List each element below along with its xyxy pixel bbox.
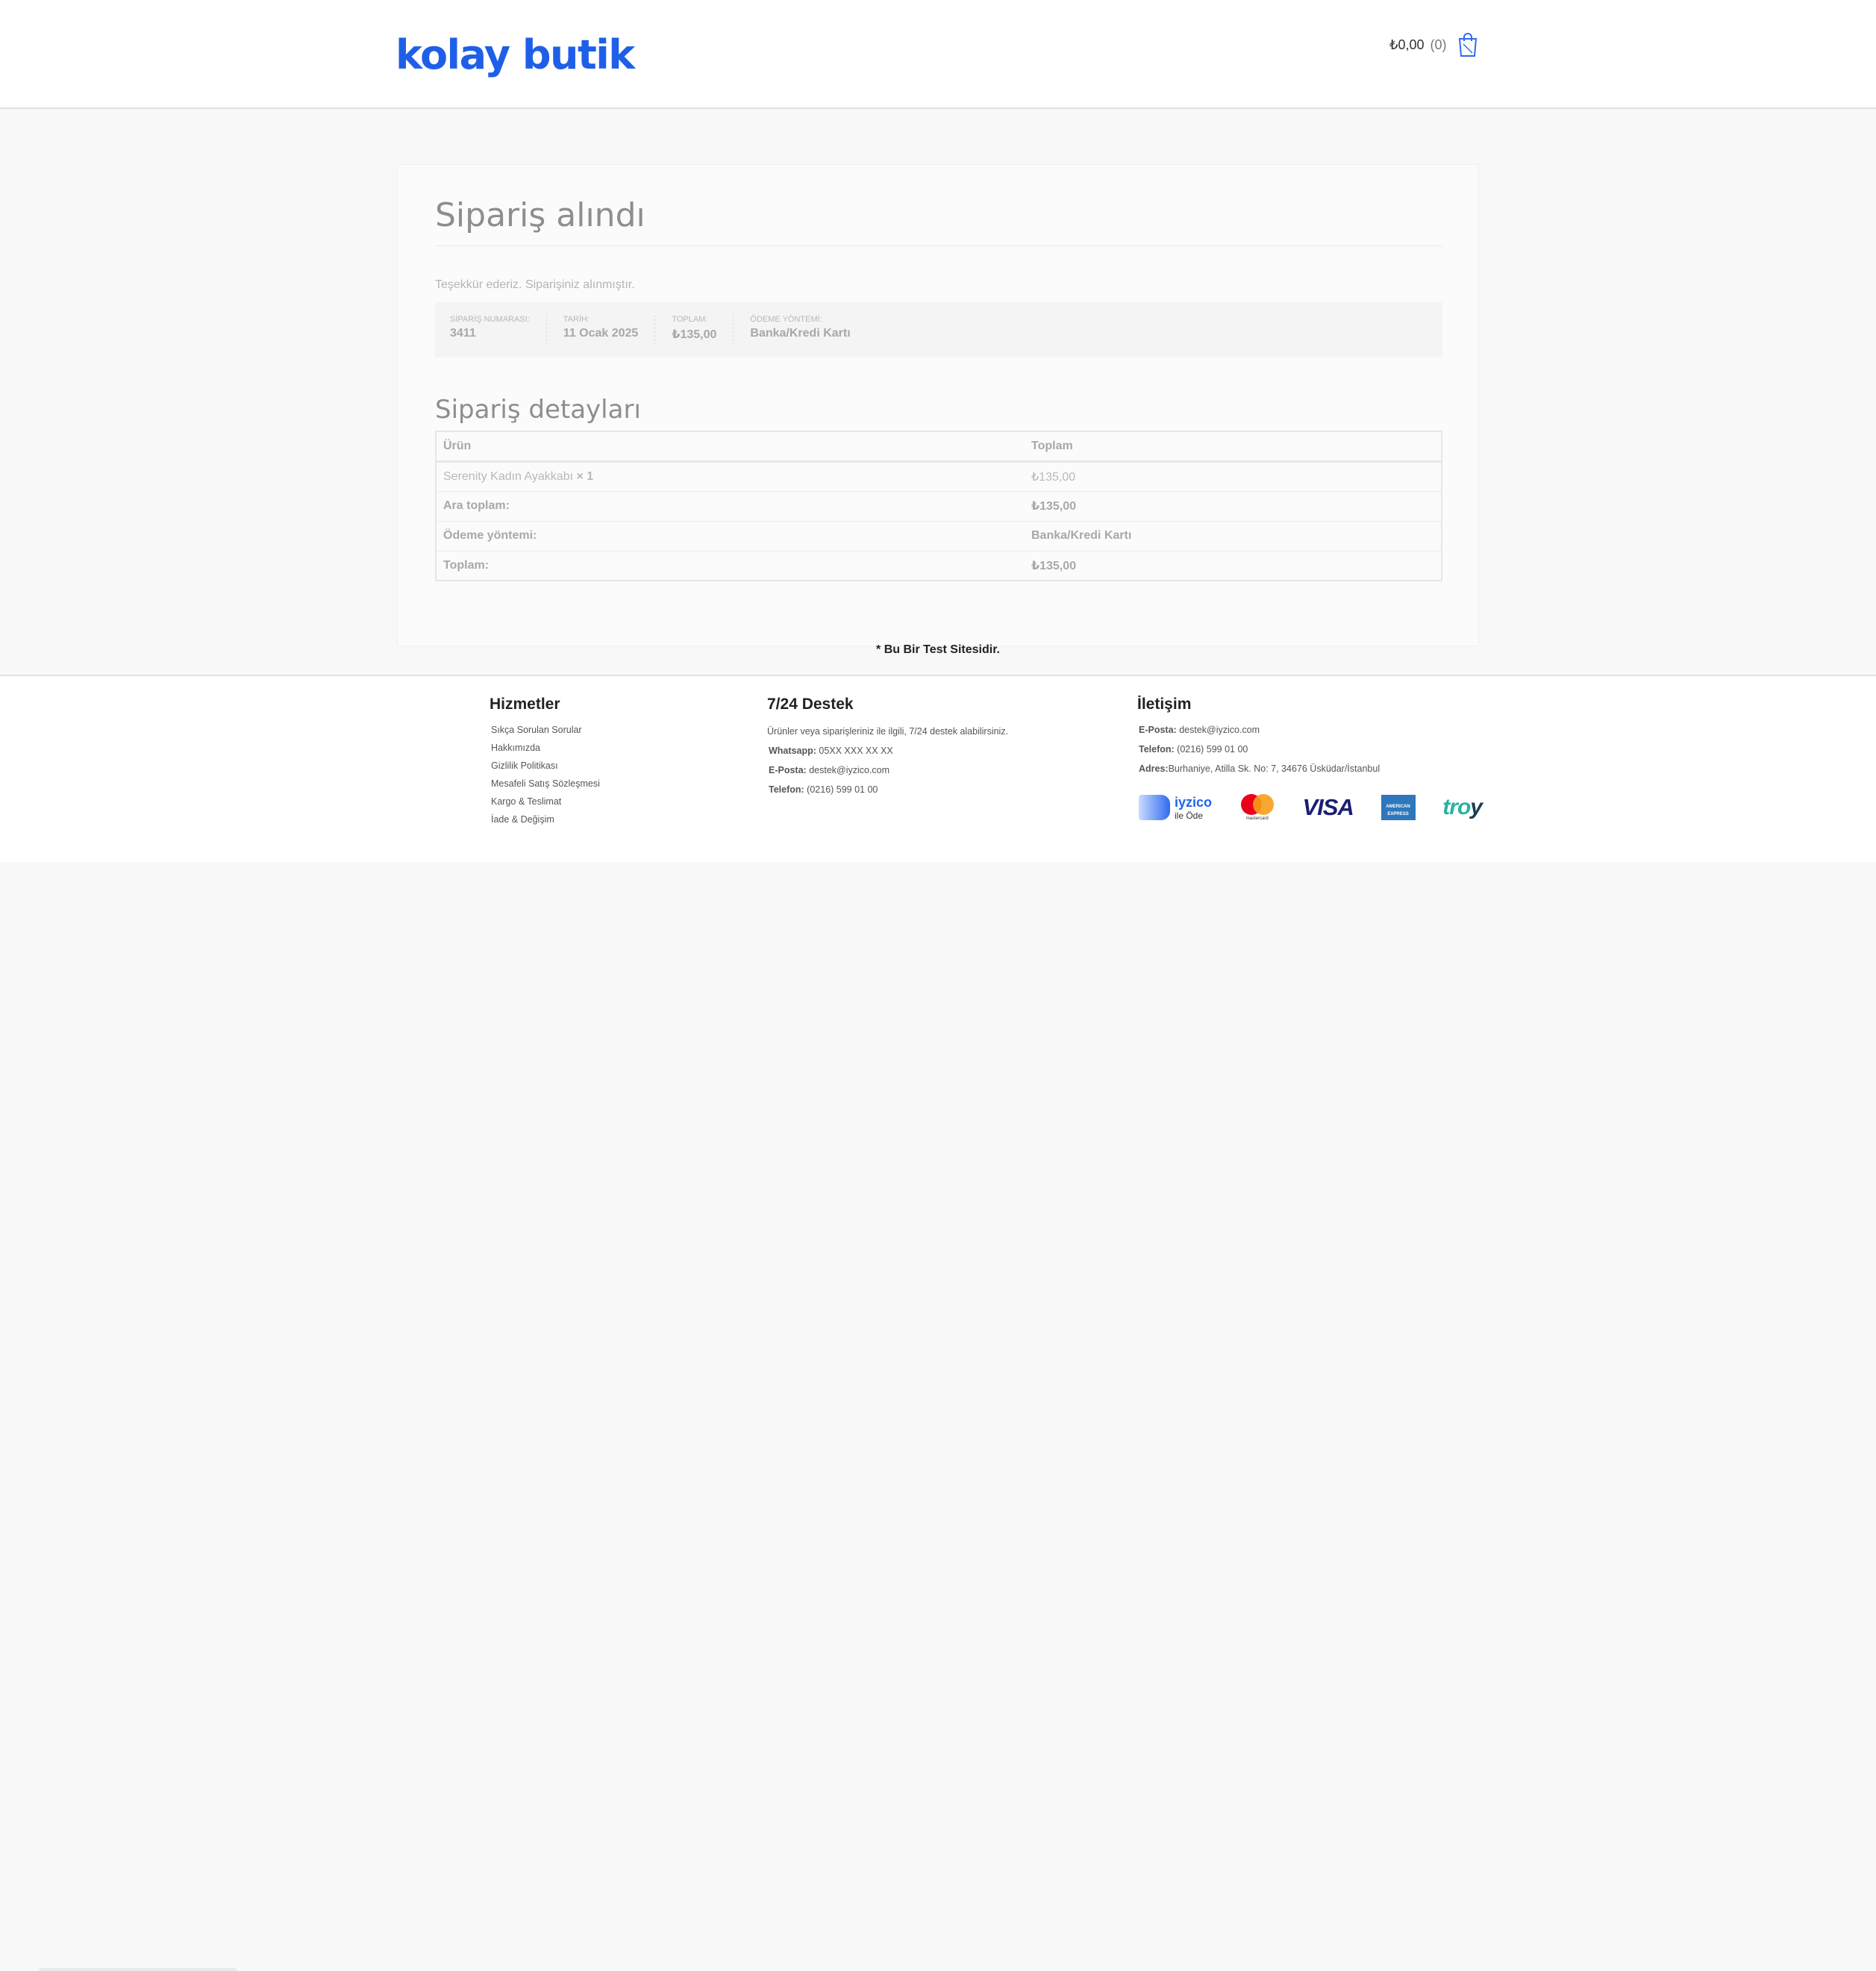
overview-payment-method: ÖDEME YÖNTEMİ: Banka/Kredi Kartı [734, 315, 866, 345]
column-header-product: Ürün [436, 431, 1025, 463]
column-header-total: Toplam [1025, 431, 1442, 463]
site-header: kolay butik ₺0,00 (0) [0, 0, 1876, 109]
product-total: ₺135,00 [1025, 461, 1442, 492]
support-heading: 7/24 Destek [767, 696, 854, 713]
troy-text-c: y [1470, 795, 1483, 819]
iyzico-logo: iyzico ile Öde [1139, 795, 1212, 820]
email-value[interactable]: destek@iyzico.com [1179, 725, 1260, 735]
mini-cart[interactable]: ₺0,00 (0) [1389, 31, 1478, 58]
product-quantity: × 1 [576, 469, 594, 483]
payment-logos: iyzico ile Öde mastercard VISA AMERICAN … [1139, 791, 1483, 824]
phone-value[interactable]: (0216) 599 01 00 [807, 784, 878, 795]
overview-order-number: SİPARİŞ NUMARASI: 3411 [450, 315, 547, 345]
footer-support: 7/24 Destek Ürünler veya siparişleriniz … [767, 696, 1008, 799]
email-label: E-Posta: [1139, 725, 1177, 735]
total-label: Toplam: [436, 551, 1025, 581]
product-cell: Serenity Kadın Ayakkabı × 1 [436, 461, 1025, 492]
bottom-floating-bar [39, 1968, 237, 1971]
footer-link-distance-sales[interactable]: Mesafeli Satış Sözleşmesi [490, 775, 600, 793]
order-details-table: Ürün Toplam Serenity Kadın Ayakkabı × 1 … [435, 431, 1442, 581]
overview-value: Banka/Kredi Kartı [750, 327, 851, 340]
visa-logo: VISA [1302, 794, 1354, 820]
cart-count: (0) [1430, 37, 1447, 52]
troy-logo: tr o y [1442, 795, 1483, 820]
footer-link-shipping[interactable]: Kargo & Teslimat [490, 793, 600, 810]
footer-link-about[interactable]: Hakkımızda [490, 739, 600, 757]
footer-link-privacy[interactable]: Gizlilik Politikası [490, 757, 600, 775]
payment-method-label: Ödeme yöntemi: [436, 521, 1025, 552]
overview-value: ₺135,00 [672, 328, 717, 341]
overview-label: TARİH: [563, 315, 590, 324]
subtotal-label: Ara toplam: [436, 491, 1025, 522]
overview-label: TOPLAM: [672, 315, 708, 324]
overview-value: 11 Ocak 2025 [563, 327, 639, 340]
iyzico-mark-icon [1139, 795, 1170, 820]
troy-text-b: o [1457, 795, 1471, 819]
table-row: Ödeme yöntemi: Banka/Kredi Kartı [436, 521, 1442, 552]
order-received-card: Sipariş alındı Teşekkür ederiz. Siparişi… [397, 164, 1479, 646]
overview-total: TOPLAM: ₺135,00 [655, 315, 734, 345]
whatsapp-label: Whatsapp: [769, 746, 816, 756]
contact-address: Adres:Burhaniye, Atilla Sk. No: 7, 34676… [1137, 760, 1380, 778]
email-value[interactable]: destek@iyzico.com [809, 765, 889, 775]
address-label: Adres: [1139, 763, 1169, 774]
overview-label: ÖDEME YÖNTEMİ: [750, 315, 822, 324]
troy-text-a: tr [1442, 795, 1458, 819]
services-heading: Hizmetler [490, 696, 560, 713]
email-label: E-Posta: [769, 765, 807, 775]
table-header-row: Ürün Toplam [436, 431, 1442, 463]
mastercard-wordmark: mastercard [1245, 816, 1269, 821]
address-value: Burhaniye, Atilla Sk. No: 7, 34676 Üsküd… [1168, 763, 1381, 774]
overview-label: SİPARİŞ NUMARASI: [450, 315, 530, 324]
order-details-title: Sipariş detayları [435, 395, 641, 425]
support-email: E-Posta: destek@iyzico.com [767, 761, 1008, 779]
support-phone: Telefon: (0216) 599 01 00 [767, 781, 1008, 799]
total-value: ₺135,00 [1025, 551, 1442, 581]
footer-contact: İletişim E-Posta: destek@iyzico.com Tele… [1137, 696, 1380, 778]
page-title: Sipariş alındı [435, 196, 645, 234]
contact-phone: Telefon: (0216) 599 01 00 [1137, 740, 1380, 758]
whatsapp-value[interactable]: 05XX XXX XX XX [819, 746, 892, 756]
overview-value: 3411 [450, 327, 476, 340]
iyzico-brand: iyzico [1175, 794, 1213, 810]
product-name-link[interactable]: Serenity Kadın Ayakkabı [443, 470, 573, 483]
iyzico-subtext: ile Öde [1175, 810, 1204, 821]
amex-logo: AMERICAN EXPRESS [1381, 795, 1416, 820]
mastercard-logo: mastercard [1239, 793, 1275, 822]
thank-you-message: Teşekkür ederiz. Siparişiniz alınmıştır. [435, 278, 635, 291]
test-site-notice: * Bu Bir Test Sitesidir. [876, 643, 1000, 656]
table-row: Toplam: ₺135,00 [436, 551, 1442, 581]
payment-method-value: Banka/Kredi Kartı [1025, 521, 1442, 552]
site-logo[interactable]: kolay butik [395, 31, 635, 78]
footer-link-faq[interactable]: Sıkça Sorulan Sorular [490, 721, 600, 739]
shopping-bag-icon[interactable] [1457, 32, 1478, 57]
table-row: Serenity Kadın Ayakkabı × 1 ₺135,00 [436, 461, 1442, 492]
support-intro: Ürünler veya siparişleriniz ile ilgili, … [767, 726, 1009, 737]
subtotal-value: ₺135,00 [1025, 491, 1442, 522]
support-whatsapp: Whatsapp: 05XX XXX XX XX [767, 742, 1008, 760]
table-row: Ara toplam: ₺135,00 [436, 491, 1442, 522]
footer-link-returns[interactable]: İade & Değişim [490, 810, 600, 828]
phone-label: Telefon: [769, 784, 804, 795]
order-overview: SİPARİŞ NUMARASI: 3411 TARİH: 11 Ocak 20… [435, 302, 1442, 357]
overview-date: TARİH: 11 Ocak 2025 [547, 315, 656, 345]
services-links: Sıkça Sorulan Sorular Hakkımızda Gizlili… [490, 721, 600, 828]
contact-email: E-Posta: destek@iyzico.com [1137, 721, 1380, 739]
site-footer: Hizmetler Sıkça Sorulan Sorular Hakkımız… [0, 675, 1876, 863]
contact-heading: İletişim [1137, 696, 1192, 713]
phone-label: Telefon: [1139, 744, 1175, 755]
footer-services: Hizmetler Sıkça Sorulan Sorular Hakkımız… [490, 696, 600, 828]
cart-total: ₺0,00 [1389, 37, 1425, 52]
phone-value[interactable]: (0216) 599 01 00 [1177, 744, 1248, 755]
